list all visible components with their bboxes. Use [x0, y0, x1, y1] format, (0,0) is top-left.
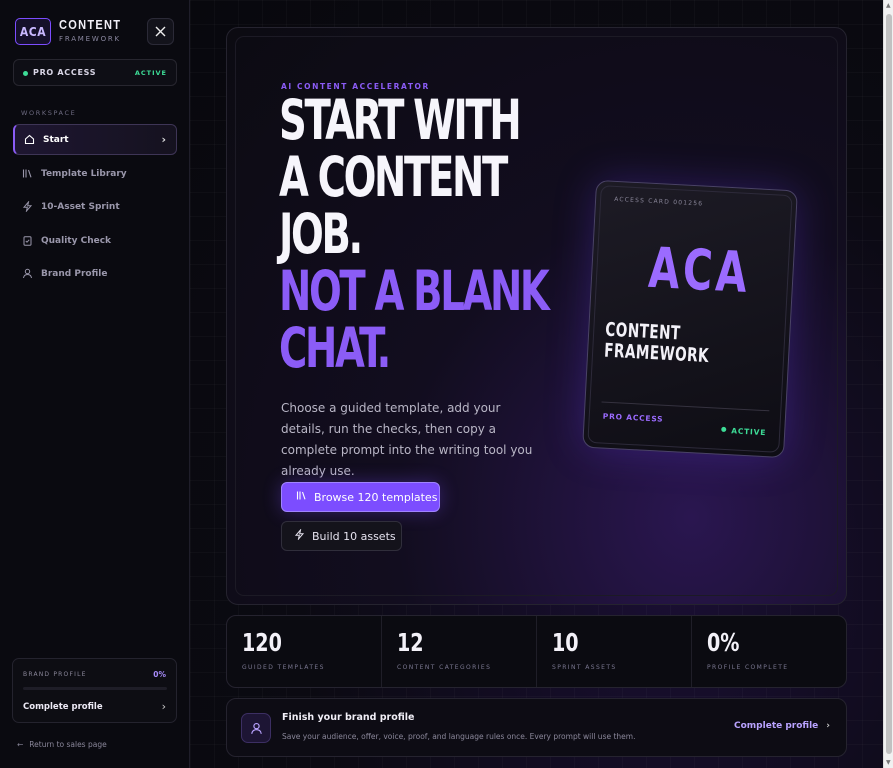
plan-badge: PRO ACCESS ACTIVE [13, 59, 177, 86]
plan-status: ACTIVE [134, 69, 167, 77]
plan-label: PRO ACCESS [33, 68, 97, 77]
return-link[interactable]: ← Return to sales page [17, 740, 113, 749]
logo[interactable]: ACA [15, 18, 51, 45]
sidebar: ACA CONTENT FRAMEWORK PRO ACCESS ACTIVE … [0, 0, 190, 768]
sidebar-item-10-asset-sprint[interactable]: 10-Asset Sprint [13, 191, 177, 222]
sidebar-item-template-library[interactable]: Template Library [13, 158, 177, 189]
brand-profile-label: BRAND PROFILE [23, 671, 87, 678]
brand-profile-progress [23, 687, 167, 690]
sidebar-item-start[interactable]: Start › [13, 124, 177, 155]
scroll-up-icon[interactable]: ▲ [886, 2, 891, 9]
finish-title: Finish your brand profile [282, 712, 415, 723]
headline-line: START WITH [279, 88, 522, 152]
lightning-icon [294, 528, 305, 543]
close-icon [155, 26, 166, 37]
card-status-label: ACTIVE [731, 426, 767, 438]
chevron-right-icon: › [161, 700, 166, 713]
scrollbar-thumb[interactable] [886, 14, 892, 754]
user-icon [21, 268, 33, 280]
brand-subtitle: FRAMEWORK [59, 35, 121, 43]
chevron-right-icon: › [826, 721, 830, 731]
sidebar-item-label: Start [43, 134, 69, 145]
card-title: CONTENT FRAMEWORK [604, 319, 711, 367]
sidebar-item-label: Quality Check [41, 235, 112, 246]
access-card: ACCESS CARD 001256 ACA CONTENT FRAMEWORK… [582, 179, 798, 459]
button-label: Browse 120 templates [314, 490, 438, 504]
chevron-right-icon: › [161, 133, 166, 146]
stat-value: 0% [707, 628, 740, 657]
sidebar-item-label: Template Library [41, 168, 127, 179]
complete-profile-button[interactable]: Complete profile › [734, 721, 830, 731]
stat-value: 12 [397, 628, 424, 657]
complete-profile-label: Complete profile [734, 721, 819, 731]
home-icon [23, 134, 35, 146]
stat-label: GUIDED TEMPLATES [242, 664, 325, 671]
hero-headline: START WITH A CONTENT JOB. NOT A BLANK CH… [279, 88, 550, 380]
stat-item: 120 GUIDED TEMPLATES [227, 616, 382, 687]
sidebar-item-quality-check[interactable]: Quality Check [13, 225, 177, 256]
brand-title: CONTENT [59, 17, 122, 32]
avatar [241, 713, 271, 743]
brand-profile-widget: BRAND PROFILE 0% Complete profile › [12, 658, 177, 723]
stat-value: 120 [242, 628, 282, 657]
library-icon [296, 490, 307, 504]
stat-label: CONTENT CATEGORIES [397, 664, 492, 671]
sidebar-item-brand-profile[interactable]: Brand Profile [13, 258, 177, 289]
card-logo-text: ACA [646, 235, 752, 307]
stat-item: 10 SPRINT ASSETS [537, 616, 692, 687]
headline-line-accent: CHAT. [279, 316, 391, 380]
finish-profile-banner: Finish your brand profile Save your audi… [226, 698, 847, 757]
browse-templates-button[interactable]: Browse 120 templates [281, 482, 440, 512]
scrollbar[interactable]: ▲ ▼ [883, 0, 893, 768]
stat-value: 10 [552, 628, 579, 657]
clipboard-check-icon [21, 235, 33, 247]
hero-panel: AI CONTENT ACCELERATOR START WITH A CONT… [226, 27, 847, 605]
button-label: Build 10 assets [312, 529, 396, 543]
hero-lead: Choose a guided template, add your detai… [281, 401, 533, 478]
return-link-label: Return to sales page [29, 740, 107, 749]
sidebar-item-label: Brand Profile [41, 268, 108, 279]
lightning-icon [21, 201, 33, 213]
stat-item: 0% PROFILE COMPLETE [692, 616, 846, 687]
section-label: WORKSPACE [21, 109, 77, 117]
complete-profile-link[interactable]: Complete profile [23, 702, 103, 712]
status-dot-icon [23, 71, 28, 76]
scroll-down-icon[interactable]: ▼ [886, 759, 891, 766]
status-dot-icon [721, 426, 727, 433]
sidebar-item-label: 10-Asset Sprint [41, 201, 120, 212]
stat-label: SPRINT ASSETS [552, 664, 617, 671]
headline-line-accent: NOT A BLANK [279, 259, 550, 323]
stat-label: PROFILE COMPLETE [707, 664, 789, 671]
finish-description: Save your audience, offer, voice, proof,… [282, 732, 636, 741]
stat-item: 12 CONTENT CATEGORIES [382, 616, 537, 687]
user-icon [250, 722, 262, 734]
close-sidebar-button[interactable] [147, 18, 174, 45]
headline-line: JOB. [279, 202, 363, 266]
library-icon [21, 168, 33, 180]
brand-profile-percent: 0% [153, 670, 166, 679]
headline-line: A CONTENT [279, 145, 508, 209]
arrow-left-icon: ← [17, 740, 24, 749]
build-assets-button[interactable]: Build 10 assets [281, 521, 402, 551]
stats-bar: 120 GUIDED TEMPLATES 12 CONTENT CATEGORIES… [226, 615, 847, 688]
